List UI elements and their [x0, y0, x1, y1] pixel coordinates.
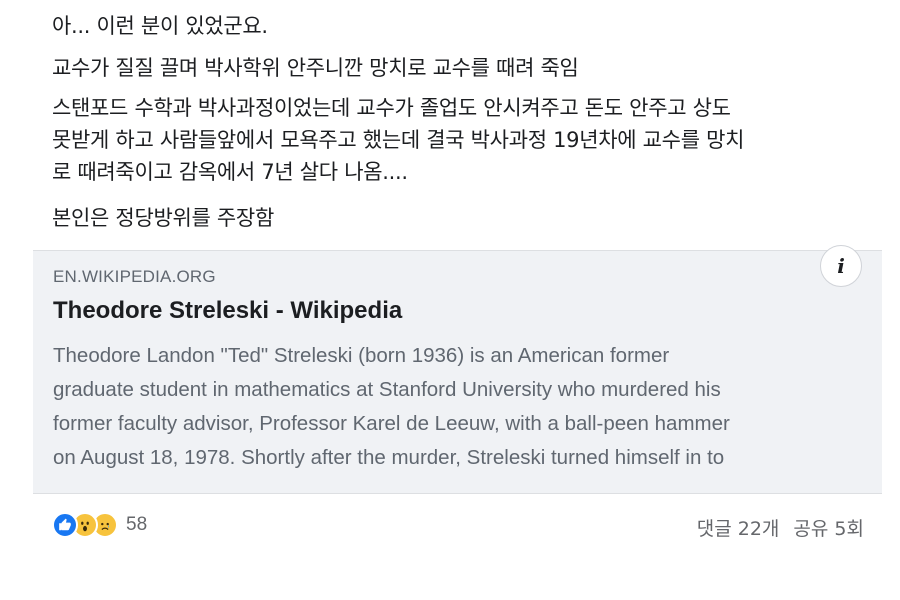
link-description-line: graduate student in mathematics at Stanf… [53, 378, 721, 401]
reactions-summary[interactable]: 58 [52, 512, 147, 538]
reaction-count: 58 [126, 514, 148, 535]
info-icon[interactable]: i [820, 245, 862, 287]
post-paragraph-3: 스탠포드 수학과 박사과정이었는데 교수가 졸업도 안시켜주고 돈도 안주고 상… [52, 92, 744, 188]
post-paragraph-2: 교수가 질질 끌며 박사학위 안주니깐 망치로 교수를 때려 죽임 [52, 56, 579, 80]
post-paragraph-1: 아... 이런 분이 있었군요. [52, 14, 268, 38]
like-icon [52, 512, 78, 538]
link-description-line: former faculty advisor, Professor Karel … [53, 412, 730, 435]
comments-count-link[interactable]: 댓글 22개 [697, 514, 780, 541]
link-title[interactable]: Theodore Streleski - Wikipedia [53, 297, 402, 325]
post-paragraph-4: 본인은 정당방위를 주장함 [52, 206, 274, 230]
link-description: Theodore Landon "Ted" Streleski (born 19… [53, 339, 863, 475]
link-description-line: on August 18, 1978. Shortly after the mu… [53, 446, 725, 469]
link-description-line: Theodore Landon "Ted" Streleski (born 19… [53, 344, 670, 367]
post-stats: 댓글 22개 공유 5회 [697, 514, 864, 541]
post-paragraph-3-line: 로 때려죽이고 감옥에서 7년 살다 나옴.... [52, 160, 408, 184]
link-preview-card[interactable]: i EN.WIKIPEDIA.ORG Theodore Streleski - … [33, 245, 882, 494]
post-paragraph-3-line: 스탠포드 수학과 박사과정이었는데 교수가 졸업도 안시켜주고 돈도 안주고 상… [52, 96, 731, 120]
post-paragraph-3-line: 못받게 하고 사람들앞에서 모욕주고 했는데 결국 박사과정 19년차에 교수를… [52, 128, 745, 152]
shares-count-link[interactable]: 공유 5회 [793, 514, 864, 541]
link-domain: EN.WIKIPEDIA.ORG [53, 267, 216, 286]
